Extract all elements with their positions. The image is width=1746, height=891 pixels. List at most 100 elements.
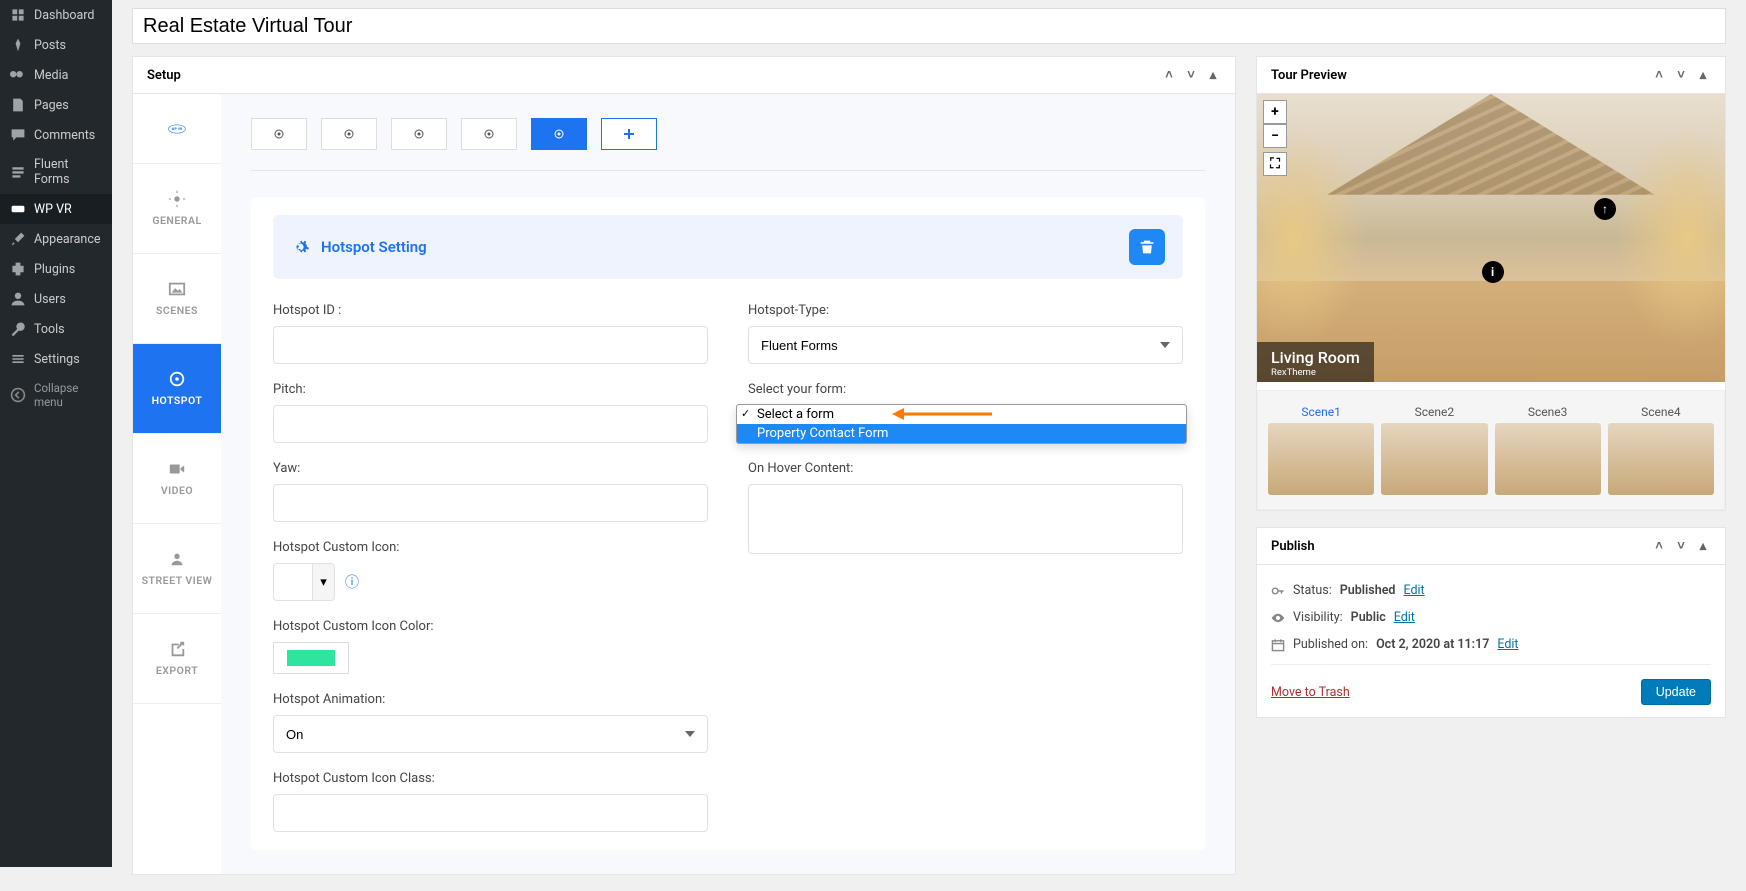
publish-footer: Move to Trash Update bbox=[1271, 664, 1711, 705]
field-select-form: Select your form: Select a form Property… bbox=[748, 382, 1183, 443]
wpvr-logo-icon: WP VR bbox=[168, 120, 186, 138]
zoom-in-button[interactable]: + bbox=[1263, 100, 1287, 124]
sidebar-item-plugins[interactable]: Plugins bbox=[0, 254, 112, 284]
sidebar-item-media[interactable]: Media bbox=[0, 60, 112, 90]
sidebar-item-posts[interactable]: Posts bbox=[0, 30, 112, 60]
fullscreen-button[interactable]: ⛶ bbox=[1263, 152, 1287, 176]
panorama-viewer[interactable]: + − ⛶ i ↑ Living Room RexTheme bbox=[1257, 94, 1725, 382]
chevron-down-icon[interactable]: ˅ bbox=[1183, 67, 1199, 83]
sidebar-item-label: WP VR bbox=[34, 202, 72, 217]
field-label: Yaw: bbox=[273, 461, 708, 476]
tab-general[interactable]: GENERAL bbox=[133, 164, 221, 254]
tour-title-input[interactable] bbox=[132, 8, 1726, 44]
hotspot-id-input[interactable] bbox=[273, 326, 708, 364]
icon-class-input[interactable] bbox=[273, 794, 708, 832]
pano-hotspot-info[interactable]: i bbox=[1482, 261, 1504, 283]
hotspot-instance-tabs bbox=[251, 118, 1205, 150]
vr-icon bbox=[10, 201, 26, 217]
sidebar-item-comments[interactable]: Comments bbox=[0, 120, 112, 150]
zoom-out-button[interactable]: − bbox=[1263, 124, 1287, 148]
chevron-down-icon[interactable]: ˅ bbox=[1673, 67, 1689, 83]
sidebar-item-label: Plugins bbox=[34, 262, 75, 277]
scene-thumb-1[interactable]: Scene1 bbox=[1268, 405, 1374, 495]
date-row: Published on: Oct 2, 2020 at 11:17 Edit bbox=[1271, 631, 1711, 658]
pano-room-name: Living Room bbox=[1271, 348, 1360, 367]
delete-hotspot-button[interactable] bbox=[1129, 229, 1165, 265]
scene-thumb-4[interactable]: Scene4 bbox=[1608, 405, 1714, 495]
hotspot-form: Hotspot ID : Pitch: Yaw: bbox=[273, 303, 1183, 832]
sidebar-item-label: Dashboard bbox=[34, 8, 94, 23]
scene-thumb-3[interactable]: Scene3 bbox=[1495, 405, 1601, 495]
edit-date-link[interactable]: Edit bbox=[1497, 637, 1518, 652]
form-option-property-contact[interactable]: Property Contact Form bbox=[737, 424, 1186, 443]
animation-select[interactable]: On bbox=[273, 715, 708, 753]
sidebar-item-label: Tools bbox=[34, 322, 65, 337]
sidebar-item-settings[interactable]: Settings bbox=[0, 344, 112, 374]
gear-icon bbox=[291, 238, 309, 256]
sidebar-item-wpvr[interactable]: WP VR bbox=[0, 194, 112, 224]
hotspot-tab-3[interactable] bbox=[391, 118, 447, 150]
yaw-input[interactable] bbox=[273, 484, 708, 522]
form-col-right: Hotspot-Type: Fluent Forms Select your f… bbox=[748, 303, 1183, 832]
field-icon-class: Hotspot Custom Icon Class: bbox=[273, 771, 708, 832]
sidebar-item-label: Posts bbox=[34, 38, 66, 53]
pitch-input[interactable] bbox=[273, 405, 708, 443]
tab-label: SCENES bbox=[156, 304, 198, 317]
tab-street-view[interactable]: STREET VIEW bbox=[133, 524, 221, 614]
sidebar-item-fluent-forms[interactable]: Fluent Forms bbox=[0, 150, 112, 194]
help-icon[interactable]: ⓘ bbox=[345, 572, 359, 592]
sidebar-item-collapse[interactable]: Collapse menu bbox=[0, 374, 112, 416]
field-label: Hotspot Custom Icon Color: bbox=[273, 619, 708, 634]
preview-controls: ˄ ˅ ▴ bbox=[1651, 67, 1711, 83]
visibility-value: Public bbox=[1351, 610, 1386, 625]
media-icon bbox=[10, 67, 26, 83]
hotspot-tab-4[interactable] bbox=[461, 118, 517, 150]
caret-up-icon[interactable]: ▴ bbox=[1205, 67, 1221, 83]
date-value: Oct 2, 2020 at 11:17 bbox=[1376, 637, 1489, 652]
sidebar-item-tools[interactable]: Tools bbox=[0, 314, 112, 344]
field-icon-color: Hotspot Custom Icon Color: bbox=[273, 619, 708, 674]
plugin-icon bbox=[10, 261, 26, 277]
update-button[interactable]: Update bbox=[1641, 679, 1711, 705]
tab-hotspot[interactable]: HOTSPOT bbox=[133, 344, 221, 434]
form-option-placeholder[interactable]: Select a form bbox=[737, 405, 1186, 424]
setup-header: Setup ˄ ˅ ▴ bbox=[133, 57, 1235, 94]
sidebar-item-appearance[interactable]: Appearance bbox=[0, 224, 112, 254]
editor-content: Hotspot Setting Hotspot ID : bbox=[221, 94, 1235, 874]
hotspot-tab-add[interactable] bbox=[601, 118, 657, 150]
sidebar-item-label: Appearance bbox=[34, 232, 101, 247]
hotspot-tab-2[interactable] bbox=[321, 118, 377, 150]
pano-hotspot-nav[interactable]: ↑ bbox=[1594, 198, 1616, 220]
color-picker[interactable] bbox=[273, 642, 349, 674]
collapse-icon bbox=[10, 387, 26, 403]
tab-label: EXPORT bbox=[156, 664, 198, 677]
hotspot-tab-1[interactable] bbox=[251, 118, 307, 150]
chevron-up-icon[interactable]: ˄ bbox=[1651, 67, 1667, 83]
move-to-trash-link[interactable]: Move to Trash bbox=[1271, 685, 1350, 700]
hotspot-tab-5[interactable] bbox=[531, 118, 587, 150]
field-yaw: Yaw: bbox=[273, 461, 708, 522]
chevron-down-icon[interactable]: ˅ bbox=[1673, 538, 1689, 554]
user-icon bbox=[10, 291, 26, 307]
tab-video[interactable]: VIDEO bbox=[133, 434, 221, 524]
tab-label: VIDEO bbox=[161, 484, 193, 497]
hotspot-type-select[interactable]: Fluent Forms bbox=[748, 326, 1183, 364]
scene-thumb-2[interactable]: Scene2 bbox=[1381, 405, 1487, 495]
edit-visibility-link[interactable]: Edit bbox=[1394, 610, 1415, 625]
on-hover-textarea[interactable] bbox=[748, 484, 1183, 554]
chevron-up-icon[interactable]: ˄ bbox=[1651, 538, 1667, 554]
caret-up-icon[interactable]: ▴ bbox=[1695, 538, 1711, 554]
edit-status-link[interactable]: Edit bbox=[1403, 583, 1424, 598]
tab-export[interactable]: EXPORT bbox=[133, 614, 221, 704]
sidebar-item-dashboard[interactable]: Dashboard bbox=[0, 0, 112, 30]
chevron-up-icon[interactable]: ˄ bbox=[1161, 67, 1177, 83]
caret-up-icon[interactable]: ▴ bbox=[1695, 67, 1711, 83]
image-icon bbox=[168, 280, 186, 298]
color-swatch-inner bbox=[287, 650, 335, 666]
sidebar-item-pages[interactable]: Pages bbox=[0, 90, 112, 120]
icon-dropdown-toggle[interactable]: ▾ bbox=[313, 563, 335, 601]
tab-scenes[interactable]: SCENES bbox=[133, 254, 221, 344]
sidebar-item-users[interactable]: Users bbox=[0, 284, 112, 314]
scene-image bbox=[1268, 423, 1374, 495]
visibility-label: Visibility: bbox=[1293, 610, 1343, 625]
